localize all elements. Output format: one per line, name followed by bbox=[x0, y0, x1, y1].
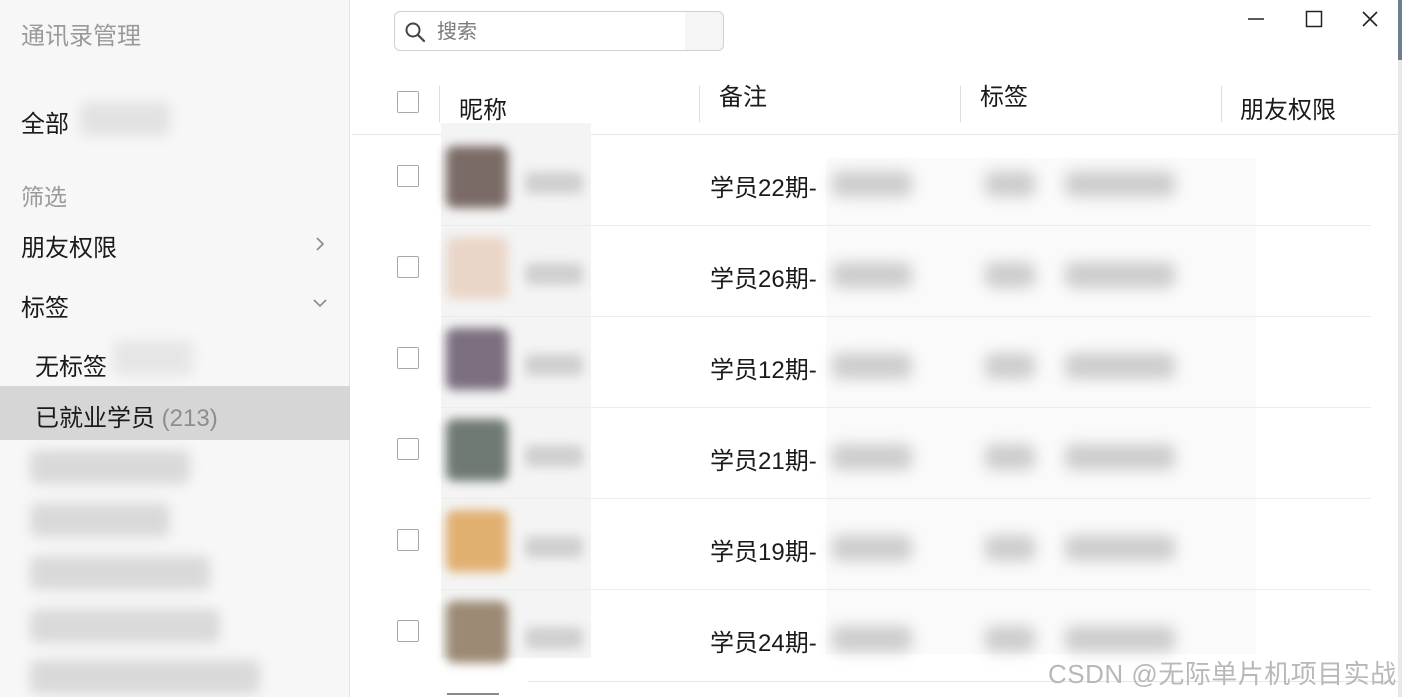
tag-item-redacted[interactable] bbox=[30, 660, 260, 694]
column-separator bbox=[960, 86, 961, 122]
tag-redacted bbox=[985, 353, 1035, 379]
row-remark: 学员22期- bbox=[710, 175, 817, 202]
avatar[interactable] bbox=[446, 510, 508, 572]
tag-item-redacted[interactable] bbox=[30, 556, 210, 590]
tag-redacted bbox=[985, 444, 1035, 470]
remark-redacted bbox=[832, 626, 912, 652]
tag-item-employed-students[interactable]: 已就业学员 (213) bbox=[35, 398, 218, 433]
row-remark: 学员24期- bbox=[710, 630, 817, 657]
row-checkbox[interactable] bbox=[397, 256, 419, 278]
contact-name-redacted bbox=[525, 354, 583, 376]
tag-item-no-tag-label: 无标签 bbox=[35, 354, 107, 381]
tag-redacted bbox=[985, 626, 1035, 652]
chevron-down-icon[interactable] bbox=[311, 294, 329, 312]
remark-tags-redacted-panel bbox=[826, 158, 1256, 654]
sidebar: 通讯录管理 全部 筛选 朋友权限 标签 无标签 已就业学员 (213) bbox=[0, 0, 350, 697]
remark-redacted bbox=[832, 171, 912, 197]
sidebar-item-tags-label: 标签 bbox=[21, 295, 69, 322]
sidebar-item-all[interactable]: 全部 bbox=[21, 104, 69, 139]
all-count-redacted bbox=[80, 102, 170, 136]
avatar[interactable] bbox=[446, 419, 508, 481]
tag-redacted bbox=[1065, 171, 1175, 197]
filter-section-heading: 筛选 bbox=[21, 184, 67, 210]
tag-redacted bbox=[1065, 535, 1175, 561]
column-separator bbox=[439, 86, 440, 122]
contact-name-redacted bbox=[525, 536, 583, 558]
contact-name-redacted bbox=[525, 172, 583, 194]
column-separator bbox=[699, 86, 700, 122]
row-remark: 学员19期- bbox=[710, 539, 817, 566]
window-edge bbox=[1398, 60, 1402, 697]
tag-item-redacted[interactable] bbox=[30, 503, 170, 537]
row-checkbox[interactable] bbox=[397, 438, 419, 460]
minimize-icon[interactable] bbox=[1243, 6, 1269, 32]
remark-redacted bbox=[832, 535, 912, 561]
tag-item-no-tag[interactable]: 无标签 bbox=[35, 347, 107, 382]
search-box[interactable] bbox=[394, 11, 724, 51]
tag-redacted bbox=[985, 535, 1035, 561]
row-remark: 学员21期- bbox=[710, 448, 817, 475]
contact-name-redacted bbox=[525, 263, 583, 285]
sidebar-item-friend-permission[interactable]: 朋友权限 bbox=[21, 228, 331, 263]
tag-item-redacted[interactable] bbox=[30, 609, 220, 643]
watermark: CSDN @无际单片机项目实战 bbox=[1048, 659, 1397, 689]
maximize-icon[interactable] bbox=[1301, 6, 1327, 32]
column-header-friend-permission[interactable]: 朋友权限 bbox=[1240, 90, 1336, 125]
row-remark: 学员26期- bbox=[710, 266, 817, 293]
contact-name-redacted bbox=[525, 445, 583, 467]
contact-name-redacted bbox=[525, 627, 583, 649]
tag-redacted bbox=[985, 171, 1035, 197]
tag-item-employed-students-count: (213) bbox=[161, 405, 218, 432]
tag-item-redacted[interactable] bbox=[30, 450, 190, 484]
column-header-tags[interactable]: 标签 bbox=[980, 77, 1028, 112]
row-divider bbox=[441, 316, 1371, 317]
select-all-checkbox[interactable] bbox=[397, 91, 419, 113]
row-divider bbox=[441, 498, 1371, 499]
tag-redacted bbox=[1065, 262, 1175, 288]
column-header-nickname[interactable]: 昵称 bbox=[459, 90, 507, 125]
row-checkbox[interactable] bbox=[397, 165, 419, 187]
sidebar-title: 通讯录管理 bbox=[21, 23, 141, 50]
row-checkbox[interactable] bbox=[397, 529, 419, 551]
row-checkbox[interactable] bbox=[397, 347, 419, 369]
search-input[interactable] bbox=[435, 18, 679, 46]
row-checkbox[interactable] bbox=[397, 620, 419, 642]
tag-redacted bbox=[985, 262, 1035, 288]
chevron-right-icon[interactable] bbox=[311, 235, 329, 253]
tag-redacted bbox=[1065, 444, 1175, 470]
row-divider bbox=[441, 407, 1371, 408]
tag-redacted bbox=[1065, 353, 1175, 379]
column-separator bbox=[1221, 86, 1222, 122]
tag-redacted bbox=[1065, 626, 1175, 652]
sidebar-item-friend-permission-label: 朋友权限 bbox=[21, 235, 117, 262]
sidebar-item-tags[interactable]: 标签 bbox=[21, 288, 331, 323]
search-icon bbox=[404, 21, 426, 43]
avatar[interactable] bbox=[446, 146, 508, 208]
remark-redacted bbox=[832, 353, 912, 379]
close-icon[interactable] bbox=[1357, 6, 1383, 32]
tag-item-employed-students-label: 已就业学员 bbox=[35, 405, 155, 432]
row-divider bbox=[441, 589, 1371, 590]
remark-redacted bbox=[832, 262, 912, 288]
sidebar-item-all-label: 全部 bbox=[21, 111, 69, 138]
avatar[interactable] bbox=[446, 601, 508, 663]
no-tag-count-redacted bbox=[113, 340, 193, 376]
avatar[interactable] bbox=[446, 328, 508, 390]
column-header-remark[interactable]: 备注 bbox=[719, 77, 767, 112]
row-divider bbox=[441, 225, 1371, 226]
remark-redacted bbox=[832, 444, 912, 470]
scroll-indicator bbox=[447, 693, 499, 695]
avatar[interactable] bbox=[446, 237, 508, 299]
row-remark: 学员12期- bbox=[710, 357, 817, 384]
